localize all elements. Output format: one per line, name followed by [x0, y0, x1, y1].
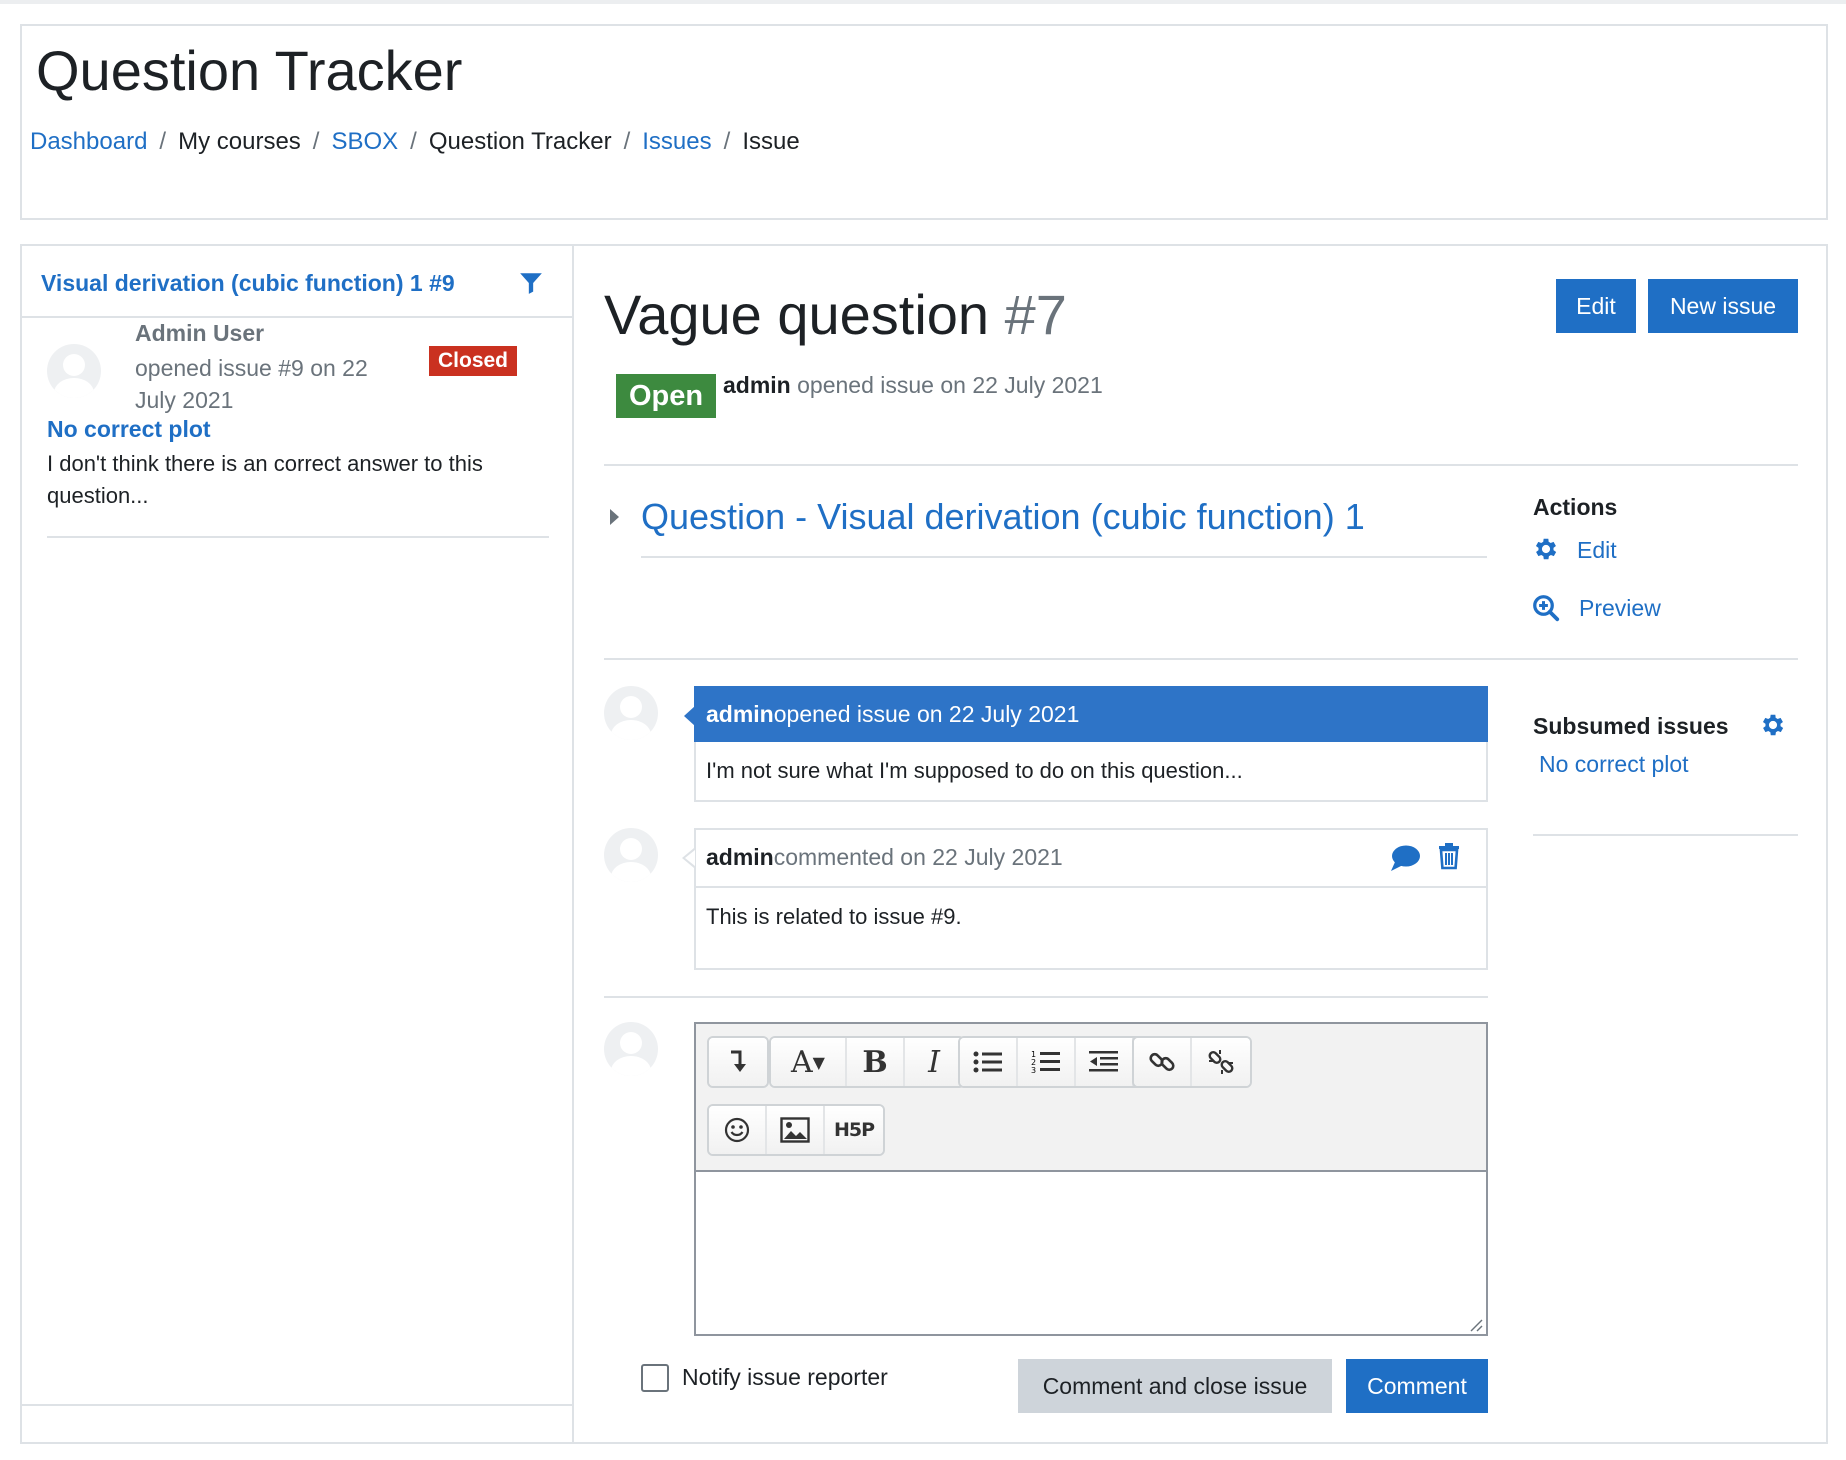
list-item-author: Admin User: [135, 320, 265, 346]
comment-author: admin: [706, 700, 774, 727]
comment-action: commented on 22 July 2021: [773, 843, 1063, 870]
caret-right-icon[interactable]: [610, 509, 619, 525]
divider: [22, 1404, 572, 1406]
gear-icon[interactable]: [1532, 535, 1560, 563]
divider: [47, 536, 549, 538]
comment-body: I'm not sure what I'm supposed to do on …: [706, 758, 1243, 783]
comment-header: admin commented on 22 July 2021: [694, 828, 1488, 888]
filter-icon[interactable]: [518, 270, 544, 296]
unlink-icon[interactable]: [1192, 1038, 1250, 1086]
new-issue-button[interactable]: New issue: [1648, 279, 1798, 333]
notify-label: Notify issue reporter: [682, 1364, 888, 1390]
comment-body: This is related to issue #9.: [706, 904, 962, 929]
breadcrumb-separator: /: [159, 128, 167, 155]
breadcrumb-sbox[interactable]: SBOX: [331, 128, 398, 155]
issue-meta: admin opened issue on 22 July 2021: [723, 372, 1103, 399]
breadcrumb-separator: /: [623, 128, 631, 155]
page-title: Question Tracker: [36, 39, 463, 102]
avatar: [604, 1022, 658, 1076]
issue-title-text: Vague question: [604, 283, 990, 346]
italic-icon[interactable]: I: [905, 1038, 963, 1086]
top-edge: [0, 0, 1846, 4]
zoom-in-icon[interactable]: [1531, 593, 1561, 623]
breadcrumb-issues[interactable]: Issues: [642, 128, 711, 155]
divider: [604, 996, 1488, 998]
toolbar-group-insert: H5P: [707, 1104, 885, 1156]
avatar: [604, 686, 658, 740]
divider: [604, 464, 1798, 466]
list-item-meta: opened issue #9 on 22 July 2021: [135, 355, 368, 413]
issue-author: admin: [723, 372, 791, 398]
bold-icon[interactable]: B: [847, 1038, 905, 1086]
font-style-icon[interactable]: A ▼: [771, 1038, 847, 1086]
ordered-list-icon[interactable]: 123: [1018, 1038, 1076, 1086]
issue-opened-text: opened issue on 22 July 2021: [790, 372, 1103, 398]
editor-toolbar: A ▼ B I 123 H5P: [696, 1024, 1486, 1172]
comment-textarea[interactable]: [696, 1174, 1486, 1334]
avatar: [604, 828, 658, 882]
comment-author: admin: [706, 843, 774, 870]
toolbar-group-collapse: [707, 1036, 769, 1088]
emoji-icon[interactable]: [709, 1106, 767, 1154]
sidebar-title[interactable]: Visual derivation (cubic function) 1 #9: [41, 270, 455, 297]
trash-icon[interactable]: [1437, 842, 1461, 870]
action-preview-link[interactable]: Preview: [1579, 595, 1661, 622]
comment-action: opened issue on 22 July 2021: [773, 700, 1080, 727]
unordered-list-icon[interactable]: [960, 1038, 1018, 1086]
outdent-icon[interactable]: [1076, 1038, 1134, 1086]
breadcrumb-my-courses: My courses: [178, 128, 301, 155]
breadcrumb: Dashboard / My courses / SBOX / Question Track…: [30, 128, 800, 156]
action-edit-link[interactable]: Edit: [1577, 537, 1617, 564]
divider: [604, 658, 1798, 660]
link-icon[interactable]: [1134, 1038, 1192, 1086]
breadcrumb-question-tracker: Question Tracker: [428, 128, 612, 155]
divider: [1533, 834, 1798, 836]
svg-text:3: 3: [1031, 1066, 1036, 1075]
breadcrumb-separator: /: [312, 128, 320, 155]
breadcrumb-issue: Issue: [742, 128, 800, 155]
status-badge-open: Open: [616, 374, 716, 418]
breadcrumb-separator: /: [723, 128, 731, 155]
subsumed-issue-link[interactable]: No correct plot: [1539, 751, 1689, 778]
list-item-title[interactable]: No correct plot: [47, 416, 211, 443]
question-link[interactable]: Question - Visual derivation (cubic func…: [641, 496, 1365, 538]
comment-button[interactable]: Comment: [1346, 1359, 1488, 1413]
h5p-icon[interactable]: H5P: [825, 1106, 883, 1154]
divider: [641, 556, 1487, 558]
breadcrumb-dashboard[interactable]: Dashboard: [30, 128, 147, 155]
breadcrumb-separator: /: [410, 128, 417, 155]
edit-button[interactable]: Edit: [1556, 279, 1636, 333]
comment-header: admin opened issue on 22 July 2021: [694, 686, 1488, 742]
toolbar-group-text: A ▼ B I: [769, 1036, 965, 1088]
actions-heading: Actions: [1533, 494, 1618, 520]
image-icon[interactable]: [767, 1106, 825, 1154]
subsumed-issues-heading: Subsumed issues: [1533, 713, 1729, 739]
issue-title: Vague question #7: [604, 282, 1067, 347]
avatar: [47, 344, 101, 398]
notify-checkbox[interactable]: [641, 1364, 669, 1392]
comment-and-close-button[interactable]: Comment and close issue: [1018, 1359, 1332, 1413]
resize-handle-icon[interactable]: [1469, 1318, 1483, 1332]
issue-number: #7: [1004, 283, 1067, 346]
list-item-excerpt: I don't think there is an correct answer…: [47, 451, 483, 508]
comment-bubble-icon[interactable]: [1389, 843, 1421, 873]
collapse-icon[interactable]: [709, 1038, 767, 1086]
toolbar-group-links: [1132, 1036, 1252, 1088]
gear-icon[interactable]: [1759, 711, 1787, 739]
status-badge-closed: Closed: [429, 346, 518, 376]
